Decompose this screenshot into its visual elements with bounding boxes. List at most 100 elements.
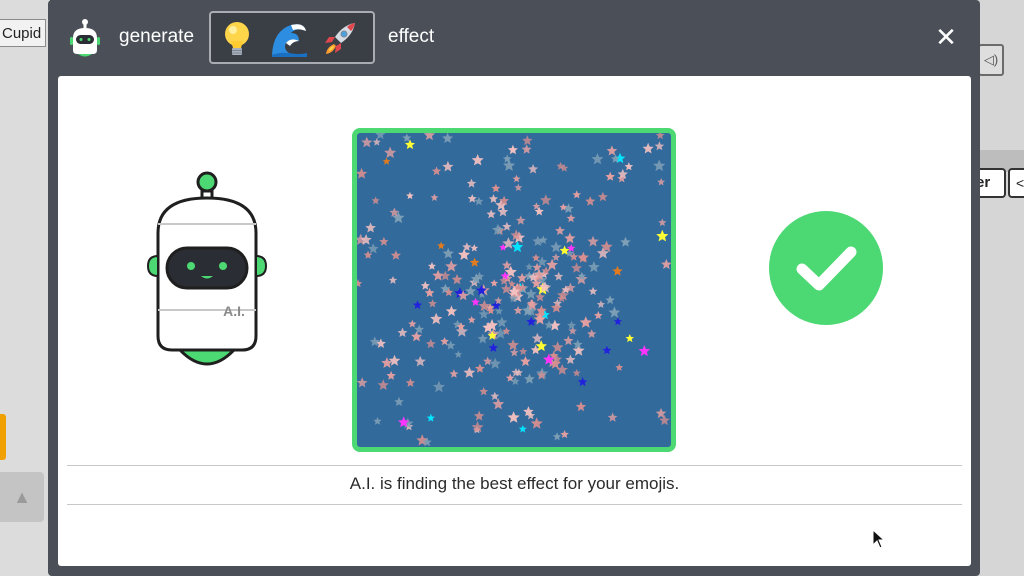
star-particle [428,299,437,308]
star-particle [518,424,527,433]
star-particle [571,262,582,273]
star-particle [379,236,389,246]
status-message: A.I. is finding the best effect for your… [349,474,680,493]
star-particle [454,350,463,358]
star-particle [471,297,480,306]
close-button[interactable]: ✕ [931,22,961,52]
effect-preview[interactable] [352,128,676,452]
star-particle [470,244,479,252]
star-particle [552,432,562,441]
star-particle [653,159,666,172]
star-particle [507,339,519,351]
star-particle [588,261,600,273]
rocket-icon[interactable] [321,19,361,59]
star-particle [612,265,623,276]
star-particle [564,232,576,244]
modal-header: generate effect ✕ [48,0,980,74]
modal-body: A.I. A.I. is finding the best effect for… [58,76,971,566]
light-bulb-icon[interactable] [217,19,257,59]
star-particle [525,288,537,300]
star-particle [377,379,389,390]
star-particle [511,367,521,377]
star-particle [430,193,439,201]
star-particle [405,378,415,387]
emoji-picker[interactable] [209,11,375,64]
star-particle [427,261,436,270]
star-particle [659,414,670,426]
star-particle [605,171,615,181]
star-particle [496,316,508,328]
star-particle [466,178,477,188]
star-particle [577,377,588,387]
star-particle [414,355,426,367]
star-particle [488,194,499,203]
star-particle [420,281,430,290]
star-particle [437,241,446,250]
star-particle [658,218,667,227]
star-particle [513,305,523,315]
star-particle [411,331,422,342]
star-particle [394,396,404,406]
star-particle [425,338,436,349]
star-particle [587,329,597,338]
close-icon: ✕ [935,22,957,52]
star-particle [567,243,576,252]
star-particle [467,315,476,324]
star-particle [519,347,528,356]
star-particle [373,416,382,425]
star-particle [615,363,624,371]
star-particle [488,343,498,352]
star-particle [588,286,598,296]
speaker-icon: ◁) [983,52,999,67]
star-particle [463,366,476,378]
star-particle [551,341,564,353]
star-particle [423,133,436,141]
star-particle [382,157,391,165]
star-particle [563,335,574,346]
star-particle [520,356,531,367]
star-particle [555,225,565,235]
star-particle [432,380,445,393]
star-particle [369,336,380,347]
scroll-up-button[interactable]: ▲ [0,472,44,522]
star-particle [442,247,454,259]
star-particle [471,154,484,166]
star-particle [469,257,480,267]
star-particle [479,386,489,396]
cupid-tab[interactable]: Cupid [0,19,46,47]
star-particle [406,191,414,200]
partial-button-2[interactable]: < [1008,168,1024,198]
star-particle [602,345,612,355]
star-particle [624,162,634,171]
star-particle [530,417,543,429]
star-particle [375,338,386,348]
star-particle [361,136,373,148]
star-particle [445,305,458,317]
star-particle [502,221,512,231]
star-particle [524,373,535,384]
star-particle [388,276,398,284]
star-particle [566,213,576,223]
star-particle [490,391,500,400]
star-particle [357,377,368,388]
star-particle [511,241,524,253]
star-particle [522,135,533,146]
wave-icon[interactable] [269,19,309,59]
star-particle [567,320,576,330]
star-particle [528,164,539,174]
star-particle [492,398,505,410]
speaker-button[interactable]: ◁) [978,44,1004,76]
star-particle [620,236,631,247]
star-particle [483,356,493,366]
star-particle [473,410,485,421]
star-particle [467,194,477,203]
star-particle [572,190,581,199]
star-particle [579,316,592,328]
star-particle [638,345,651,357]
star-particle [442,133,454,143]
star-particle [365,222,376,233]
star-particle [654,141,665,151]
star-particle [560,430,569,439]
star-particle [381,357,393,368]
star-particle [386,370,396,380]
